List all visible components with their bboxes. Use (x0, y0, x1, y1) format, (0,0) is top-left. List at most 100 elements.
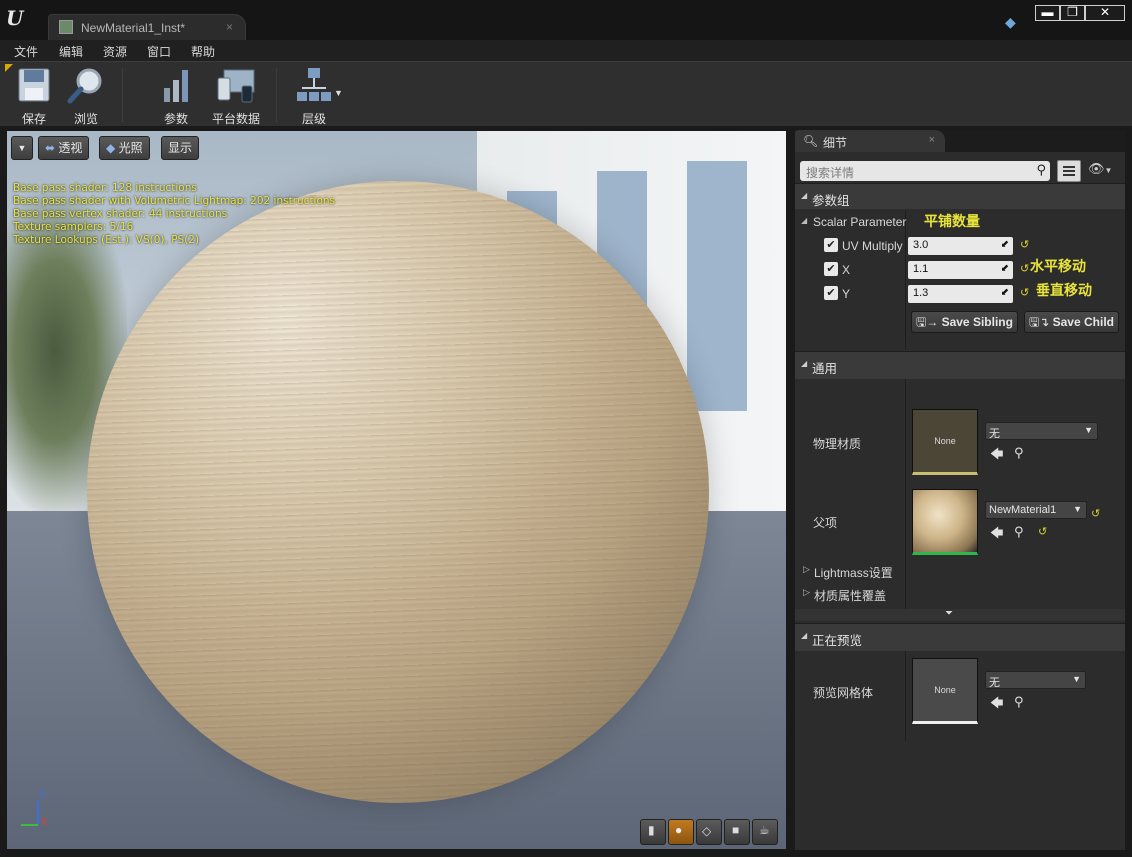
parent-material-combo[interactable]: NewMaterial1 ▼ (985, 501, 1087, 519)
annotation-horizontal-move: 水平移动 (1030, 258, 1086, 274)
menu-asset[interactable]: 资源 (103, 43, 127, 60)
browse-magnifier-icon[interactable]: ⚲ (1014, 445, 1024, 461)
advanced-expander[interactable]: ⏷ (795, 608, 1125, 621)
hierarchy-dropdown-icon[interactable]: ▼ (334, 88, 343, 98)
perspective-button[interactable]: ⬌ 透视 (38, 136, 90, 160)
preview-mesh-combo[interactable]: 无 ▼ (985, 671, 1086, 689)
reset-to-default-icon[interactable]: ↺ (1020, 238, 1029, 251)
y-label: Y (842, 287, 851, 301)
reset-to-default-icon[interactable]: ↺ (1038, 525, 1047, 538)
axis-gizmo: Z X (15, 789, 55, 829)
save-child-label: Save Child (1052, 315, 1114, 329)
parent-label: 父项 (813, 516, 838, 530)
lightmass-settings-label: Lightmass设置 (814, 566, 893, 580)
tab-close-icon[interactable]: × (226, 20, 233, 34)
material-property-overrides-row[interactable]: ▷ 材质属性覆盖 (795, 582, 1125, 605)
perspective-icon: ⬌ (45, 141, 56, 155)
details-empty-area (795, 741, 1125, 850)
uv-multiply-field[interactable]: 3.0 ⬋ (908, 237, 1013, 255)
viewport-options-dropdown[interactable]: ▼ (11, 136, 33, 160)
scalar-parameter-label[interactable]: Scalar Parameter (813, 215, 906, 229)
sphere-shape-button[interactable]: ● (668, 819, 694, 845)
save-icon (14, 66, 54, 106)
preview-mesh-value: 无 (989, 677, 1000, 689)
document-tab-label: NewMaterial1_Inst* (81, 21, 186, 35)
toolbar-separator (122, 68, 123, 122)
lit-mode-button[interactable]: ◆ 光照 (99, 136, 150, 160)
toolbar-corner-marker (5, 64, 13, 72)
save-button[interactable]: 保存 (14, 66, 54, 127)
use-selected-arrow-icon[interactable]: 🡄 (990, 694, 1003, 716)
close-window-button[interactable]: ✕ (1085, 5, 1125, 21)
source-control-icon[interactable]: ◆ (1005, 14, 1023, 32)
reset-to-default-icon[interactable]: ↺ (1020, 286, 1029, 299)
list-view-button[interactable] (1057, 160, 1081, 182)
chevron-down-icon: ▼ (1073, 504, 1082, 514)
show-button[interactable]: 显示 (161, 136, 200, 160)
stats-line: Base pass shader with Volumetric Lightma… (13, 195, 336, 207)
save-sibling-button[interactable]: 🖫→ Save Sibling (911, 311, 1018, 333)
document-tab[interactable]: NewMaterial1_Inst* × (48, 14, 246, 40)
expand-handle-icon: ⬋ (1000, 287, 1009, 298)
reset-to-default-icon[interactable]: ↺ (1020, 262, 1029, 275)
category-general[interactable]: ◢ 通用 (795, 351, 1125, 379)
maximize-button[interactable]: ❐ (1060, 5, 1085, 21)
menu-edit[interactable]: 编辑 (59, 43, 83, 60)
cylinder-shape-button[interactable]: ▮ (640, 819, 666, 845)
menu-help[interactable]: 帮助 (191, 43, 215, 60)
plane-shape-button[interactable]: ◇ (696, 819, 722, 845)
browse-label: 浏览 (73, 112, 98, 126)
view-options-button[interactable]: 👁︎▼ (1088, 161, 1120, 181)
hierarchy-button[interactable]: 层级 (294, 66, 334, 127)
menu-file[interactable]: 文件 (14, 43, 38, 60)
annotation-vertical-move: 垂直移动 (1036, 282, 1092, 298)
use-selected-arrow-icon[interactable]: 🡄 (990, 445, 1003, 467)
search-placeholder: 搜索详情 (806, 166, 855, 180)
x-field[interactable]: 1.1 ⬋ (908, 261, 1013, 279)
minimize-button[interactable]: ▬ (1035, 5, 1060, 21)
physical-material-combo[interactable]: 无 ▼ (985, 422, 1098, 440)
category-previewing[interactable]: ◢ 正在预览 (795, 623, 1125, 651)
parameters-button[interactable]: 参数 (156, 66, 196, 127)
hierarchy-label: 层级 (301, 112, 326, 126)
platform-data-button[interactable]: 平台数据 (210, 66, 262, 127)
parent-material-thumbnail[interactable] (912, 489, 978, 555)
physical-material-thumbnail[interactable]: None (912, 409, 978, 475)
browse-magnifier-icon[interactable]: ⚲ (1014, 524, 1024, 540)
chevron-down-icon: ▼ (1084, 425, 1093, 435)
reset-to-default-icon[interactable]: ↺ (1091, 507, 1100, 520)
chevron-down-icon: ▼ (1072, 674, 1081, 684)
thumbnail-none-label: None (934, 685, 956, 695)
use-selected-arrow-icon[interactable]: 🡄 (990, 524, 1003, 546)
details-tab-close-icon[interactable]: × (929, 134, 935, 146)
save-child-button[interactable]: 🖫↴ Save Child (1024, 311, 1119, 333)
details-search-input[interactable]: 搜索详情 ⚲ (800, 161, 1050, 181)
axis-x-label: X (41, 817, 48, 828)
material-preview-viewport[interactable]: ▼ ⬌ 透视 ◆ 光照 显示 Base pass shader: 128 ins… (7, 131, 786, 849)
x-checkbox[interactable]: ✔ (824, 262, 838, 276)
axis-z-label: Z (39, 789, 46, 800)
sphere-icon: ● (675, 823, 683, 837)
toolbar: 保存 浏览 参数 平台数据 层级 ▼ (0, 61, 1132, 126)
menu-window[interactable]: 窗口 (147, 43, 171, 60)
uv-multiply-checkbox[interactable]: ✔ (824, 238, 838, 252)
details-tab[interactable]: 🔍︎ 细节 × (795, 130, 945, 152)
preview-mesh-thumbnail[interactable]: None (912, 658, 978, 724)
category-parameter-groups[interactable]: ◢ 参数组 (795, 183, 1125, 209)
teapot-shape-button[interactable]: ☕ (752, 819, 778, 845)
cube-shape-button[interactable]: ■ (724, 819, 750, 845)
browse-magnifier-icon[interactable]: ⚲ (1014, 694, 1024, 710)
cylinder-icon: ▮ (648, 823, 655, 837)
parameters-label: 参数 (163, 112, 188, 126)
y-field[interactable]: 1.3 ⬋ (908, 285, 1013, 303)
thumbnail-none-label: None (934, 436, 956, 446)
browse-button[interactable]: 浏览 (64, 66, 108, 127)
shader-stats: Base pass shader: 128 instructions Base … (13, 182, 335, 247)
y-checkbox[interactable]: ✔ (824, 286, 838, 300)
platform-devices-icon (210, 66, 262, 106)
plane-icon: ◇ (702, 824, 712, 838)
lightmass-settings-row[interactable]: ▷ Lightmass设置 (795, 559, 1125, 582)
cube-icon: ■ (732, 823, 740, 837)
preview-properties: 预览网格体 None 无 ▼ 🡄 ⚲ (795, 651, 1125, 741)
unreal-logo-icon: U (6, 6, 24, 30)
